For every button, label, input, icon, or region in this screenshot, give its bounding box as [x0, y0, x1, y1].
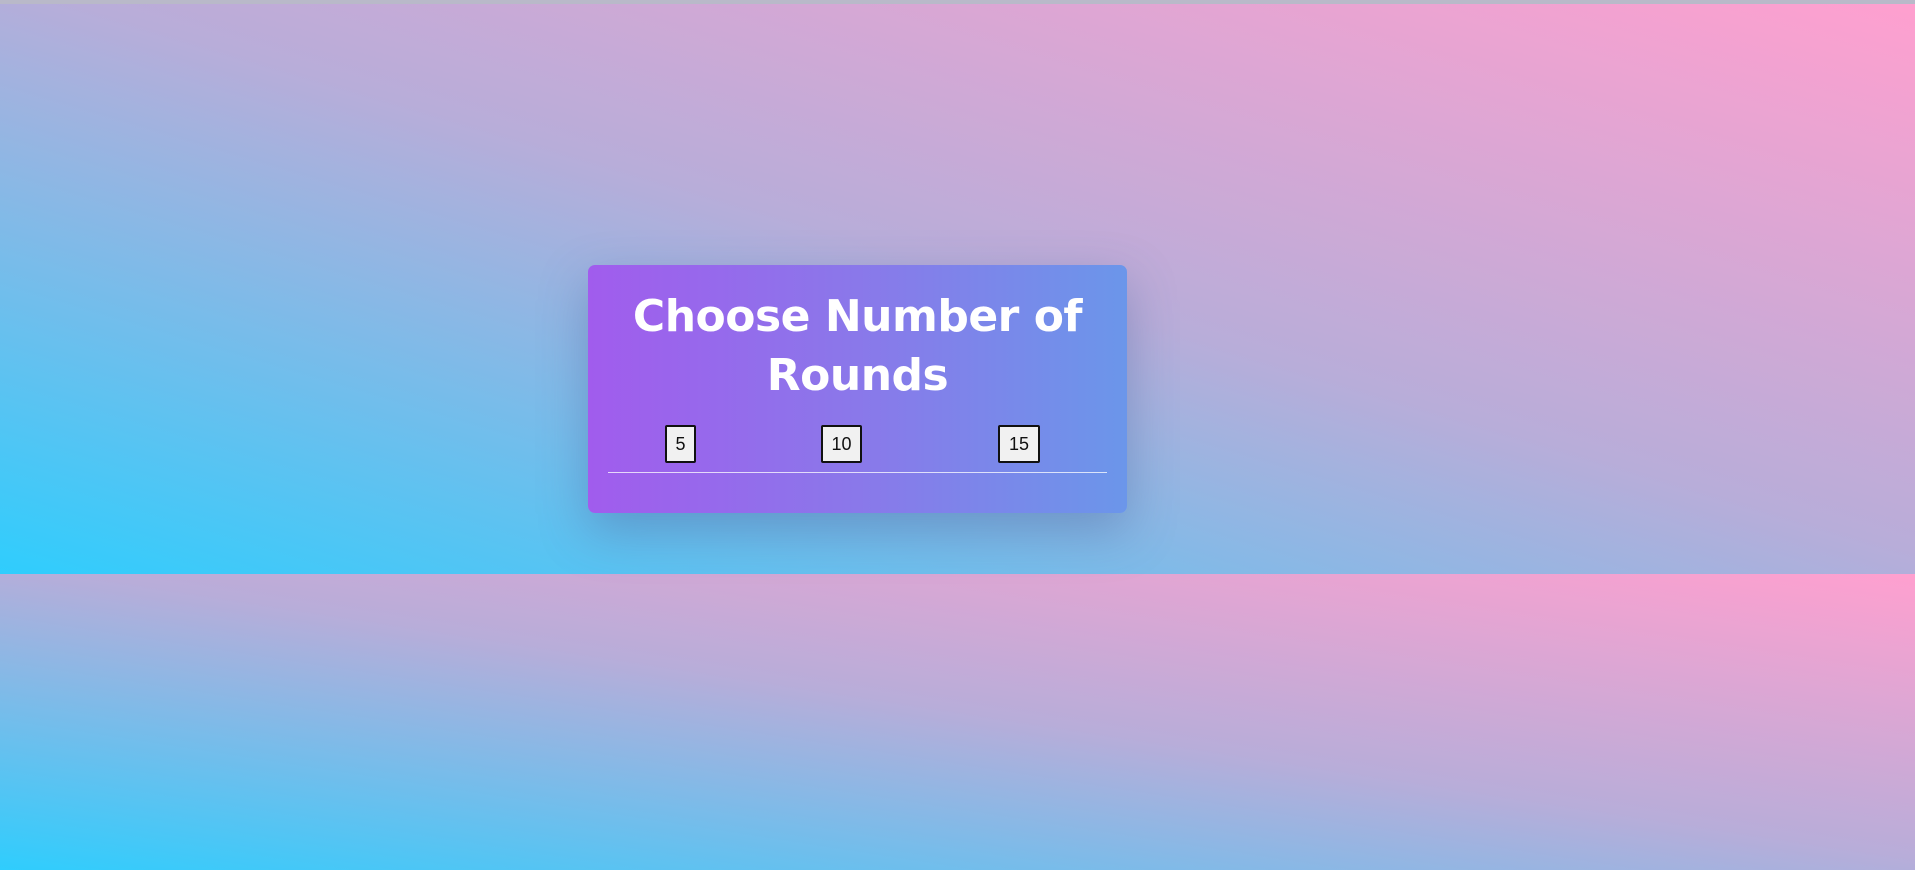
dialog-title: Choose Number of Rounds [632, 291, 1083, 401]
rounds-dialog: Choose Number of Rounds 5 10 15 [588, 265, 1127, 513]
page-background: Choose Number of Rounds 5 10 15 [0, 0, 1915, 870]
background-gradient-bottom [0, 574, 1915, 870]
rounds-10-button[interactable]: 10 [821, 425, 862, 463]
rounds-5-button[interactable]: 5 [665, 425, 696, 463]
dialog-divider [608, 472, 1107, 473]
rounds-15-button[interactable]: 15 [998, 425, 1040, 463]
